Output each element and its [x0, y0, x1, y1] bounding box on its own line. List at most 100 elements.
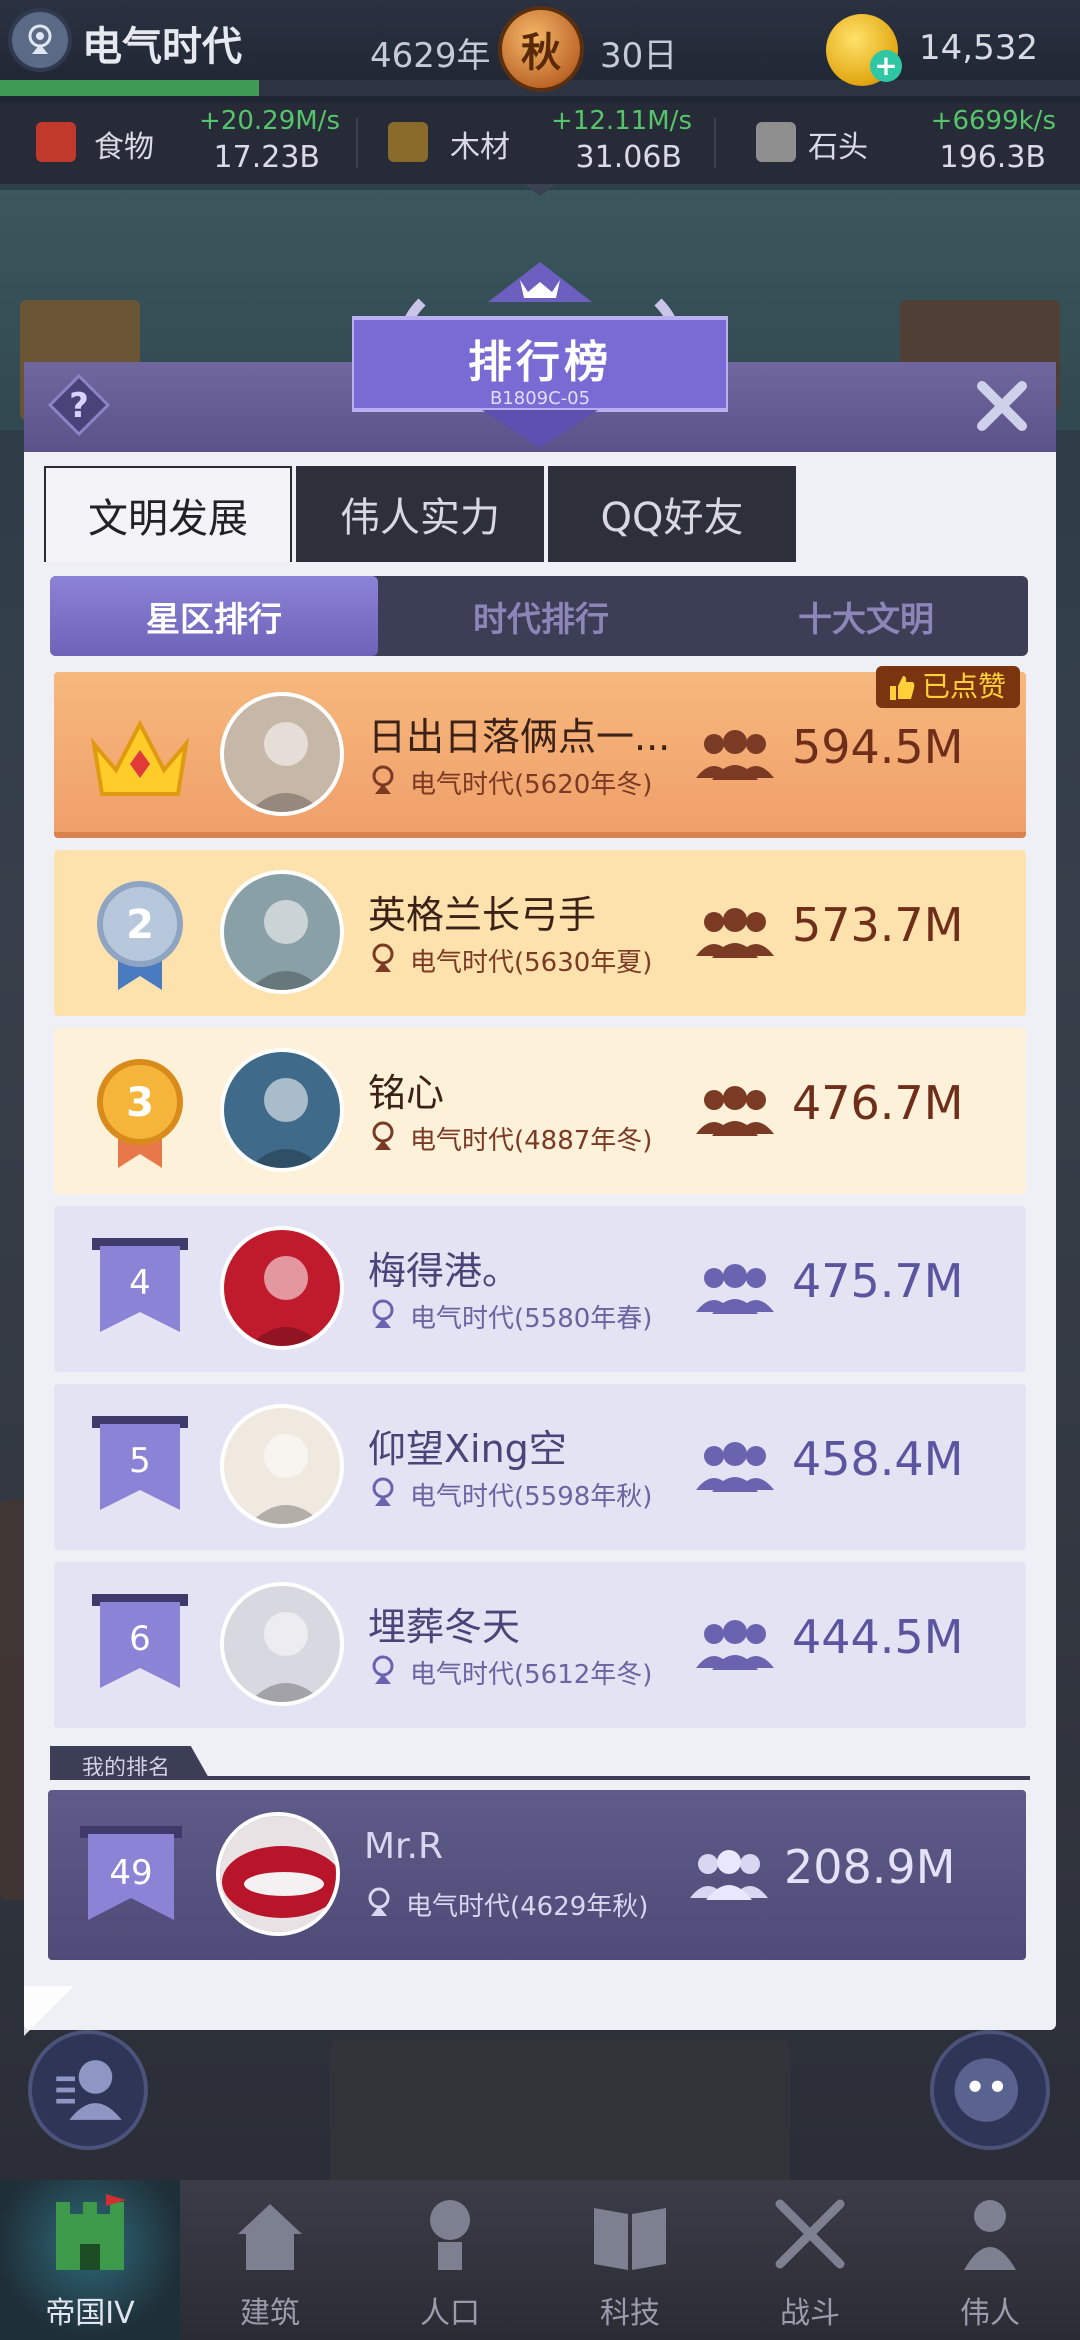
add-gold-button[interactable]: +: [870, 50, 902, 82]
population-icon: [690, 1850, 768, 1900]
svg-text:49: 49: [109, 1853, 152, 1893]
player-era: 电气时代(5598年秋): [410, 1482, 653, 1512]
liked-badge[interactable]: 已点赞: [875, 666, 1020, 708]
expand-arrow-icon[interactable]: [520, 182, 560, 198]
avatar[interactable]: [220, 870, 344, 994]
avatar[interactable]: [220, 1582, 344, 1706]
rank-flag-icon: 5: [92, 1416, 188, 1510]
panel-subtitle: B1809C-05: [489, 388, 591, 409]
subtab-top-ten[interactable]: 十大文明: [704, 576, 1028, 656]
season-icon: 秋: [498, 6, 584, 92]
nav-item[interactable]: 科技: [540, 2180, 720, 2340]
tab-civilization[interactable]: 文明发展: [44, 466, 292, 562]
avatar[interactable]: [220, 692, 344, 816]
power-value: 475.7M: [792, 1254, 964, 1308]
pet-button[interactable]: [930, 2030, 1050, 2150]
svg-text:2: 2: [126, 902, 154, 948]
ranking-row[interactable]: 2 英格兰长弓手 电气时代(5630年夏) 573.7M: [54, 850, 1026, 1016]
swords-icon: [775, 2199, 845, 2269]
svg-text:?: ?: [69, 386, 89, 426]
nav-item[interactable]: 帝国IV: [0, 2180, 180, 2340]
power-value: 594.5M: [792, 720, 964, 774]
population-icon: [696, 1620, 774, 1670]
rank-flag-icon: 49: [80, 1826, 182, 1920]
era-icon: [372, 1121, 394, 1150]
book-icon: [594, 2208, 666, 2270]
nav-label: 建筑: [240, 2296, 300, 2331]
person-icon: [430, 2200, 470, 2270]
help-icon[interactable]: ?: [46, 372, 112, 438]
raccoon-icon: [954, 2058, 1018, 2122]
player-era: 电气时代(4887年冬): [410, 1126, 653, 1156]
ranking-row[interactable]: 6 埋葬冬天 电气时代(5612年冬) 444.5M: [54, 1562, 1026, 1728]
chat-icon: [56, 2060, 122, 2120]
player-era: 电气时代(5630年夏): [410, 948, 653, 978]
tab-hero-power[interactable]: 伟人实力: [296, 466, 544, 562]
population-icon: [696, 908, 774, 958]
ranking-row[interactable]: 5 仰望Ⅹing空 电气时代(5598年秋) 458.4M: [54, 1384, 1026, 1550]
resource-food[interactable]: 食物 +20.29M/s 17.23B: [0, 102, 355, 184]
era-name: 电气时代: [82, 24, 242, 70]
rank-flag-icon: 4: [92, 1238, 188, 1332]
avatar[interactable]: [220, 1404, 344, 1528]
castle-icon: [56, 2194, 126, 2270]
nav-label: 帝国IV: [45, 2296, 135, 2331]
resource-wood[interactable]: 木材 +12.11M/s 31.06B: [358, 102, 713, 184]
player-era: 电气时代(5580年春): [410, 1304, 653, 1334]
wood-icon: [388, 122, 428, 162]
player-name: 英格兰长弓手: [368, 893, 597, 937]
player-name: Mr.R: [364, 1826, 444, 1867]
power-value: 208.9M: [784, 1840, 956, 1894]
player-name: 铭心: [368, 1071, 445, 1115]
nav-item[interactable]: 人口: [360, 2180, 540, 2340]
nav-label: 人口: [420, 2296, 480, 2331]
nav-item[interactable]: 建筑: [180, 2180, 360, 2340]
power-value: 476.7M: [792, 1076, 964, 1130]
corner-decoration: [24, 1986, 74, 2036]
gold-amount: 14,532: [919, 28, 1038, 68]
player-name: 梅得港。: [368, 1249, 521, 1293]
player-era: 电气时代(5612年冬): [410, 1660, 653, 1690]
ranking-row[interactable]: 3 铭心 电气时代(4887年冬) 476.7M: [54, 1028, 1026, 1194]
power-value: 444.5M: [792, 1610, 964, 1664]
thumbs-up-icon: [889, 676, 915, 700]
avatar[interactable]: [216, 1812, 340, 1936]
population-icon: [696, 1086, 774, 1136]
nav-item[interactable]: 伟人: [900, 2180, 1080, 2340]
subtab-server[interactable]: 星区排行: [50, 576, 378, 656]
svg-text:3: 3: [126, 1080, 154, 1126]
close-icon[interactable]: [970, 374, 1034, 438]
ranking-row[interactable]: 4 梅得港。 电气时代(5580年春) 475.7M: [54, 1206, 1026, 1372]
nav-item[interactable]: 战斗: [720, 2180, 900, 2340]
population-icon: [696, 730, 774, 780]
top-status-bar: 电气时代 4629年 秋 30日 + 14,532: [0, 0, 1080, 102]
game-year: 4629年: [370, 36, 491, 76]
avatar[interactable]: [220, 1226, 344, 1350]
player-era: 电气时代(5620年冬): [410, 770, 653, 800]
population-icon: [696, 1442, 774, 1492]
nav-label: 科技: [600, 2296, 660, 2331]
house-icon: [238, 2204, 302, 2270]
population-icon: [696, 1264, 774, 1314]
player-name: 日出日落俩点一...: [368, 715, 671, 759]
era-icon: [372, 1299, 394, 1328]
nav-label: 战斗: [780, 2296, 840, 2331]
my-rank-row[interactable]: 49 Mr.R 电气时代(4629年秋) 208.9M: [48, 1790, 1026, 1960]
tab-qq-friends[interactable]: QQ好友: [548, 466, 796, 562]
resource-stone[interactable]: 石头 +6699k/s 196.3B: [716, 102, 1080, 184]
ranking-row[interactable]: 日出日落俩点一... 电气时代(5620年冬) 594.5M 已点赞: [54, 666, 1026, 838]
subtab-era[interactable]: 时代排行: [378, 576, 704, 656]
rank-flag-icon: 6: [92, 1594, 188, 1688]
game-day: 30日: [600, 36, 678, 76]
hero-icon: [964, 2200, 1016, 2270]
player-era: 电气时代(4629年秋): [406, 1892, 649, 1922]
chat-button[interactable]: [28, 2030, 148, 2150]
power-value: 458.4M: [792, 1432, 964, 1486]
player-name: 仰望Ⅹing空: [368, 1427, 567, 1471]
avatar[interactable]: [220, 1048, 344, 1172]
crown-icon: [90, 719, 190, 796]
meat-icon: [36, 122, 76, 162]
era-icon: [372, 1655, 394, 1684]
era-badge-icon[interactable]: [8, 8, 72, 72]
sub-tabs: 星区排行 时代排行 十大文明: [50, 576, 1028, 656]
